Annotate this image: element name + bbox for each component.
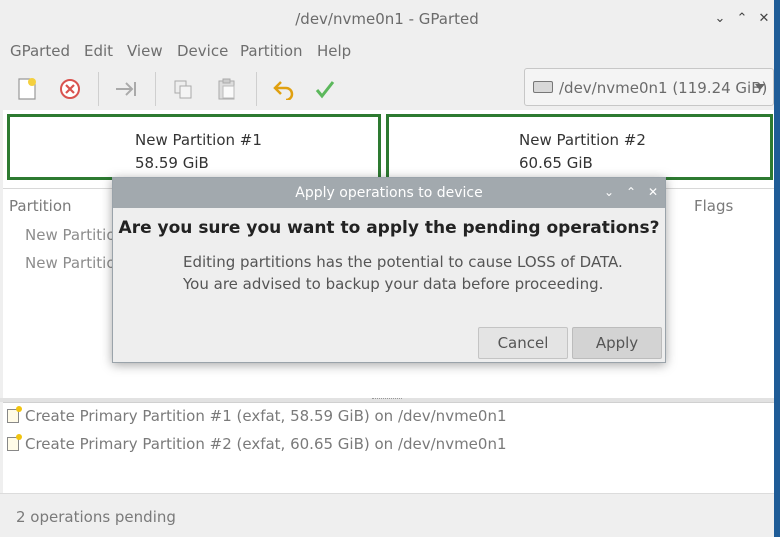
new-icon[interactable] (12, 74, 42, 104)
menu-partition[interactable]: Partition (240, 42, 303, 60)
toolbar-separator (256, 72, 257, 106)
partition-size: 58.59 GiB (135, 154, 209, 172)
menu-gparted[interactable]: GParted (10, 42, 70, 60)
operation-text: Create Primary Partition #2 (exfat, 60.6… (25, 435, 507, 453)
close-icon[interactable]: ✕ (756, 11, 772, 27)
minimize-icon[interactable]: ⌄ (602, 185, 616, 199)
partition-name: New Partition #2 (519, 131, 646, 149)
gparted-window: /dev/nvme0n1 - GParted ⌄ ⌃ ✕ GParted Edi… (0, 0, 780, 537)
column-header-flags[interactable]: Flags (694, 197, 733, 215)
undo-icon[interactable] (269, 74, 299, 104)
statusbar: 2 operations pending (0, 493, 774, 537)
apply-icon[interactable] (310, 74, 340, 104)
device-selector-value: /dev/nvme0n1 (119.24 GiB) (559, 79, 768, 97)
new-partition-icon (7, 406, 22, 423)
delete-icon[interactable] (55, 74, 85, 104)
column-header-partition[interactable]: Partition (9, 197, 72, 215)
menu-help[interactable]: Help (317, 42, 351, 60)
partition-size: 60.65 GiB (519, 154, 593, 172)
window-titlebar[interactable]: /dev/nvme0n1 - GParted ⌄ ⌃ ✕ (0, 0, 774, 38)
list-item[interactable]: Create Primary Partition #1 (exfat, 58.5… (7, 406, 507, 425)
menubar: GParted Edit View Device Partition Help (0, 38, 774, 66)
disk-icon (533, 81, 553, 93)
new-partition-icon (7, 434, 22, 451)
dialog-message: You are advised to backup your data befo… (183, 275, 604, 293)
maximize-icon[interactable]: ⌃ (624, 185, 638, 199)
menu-edit[interactable]: Edit (84, 42, 113, 60)
dialog-titlebar[interactable]: Apply operations to device ⌄ ⌃ ✕ (113, 178, 665, 208)
partition-name: New Partition #1 (135, 131, 262, 149)
dialog-question: Are you sure you want to apply the pendi… (118, 218, 660, 238)
cancel-button[interactable]: Cancel (478, 327, 568, 359)
table-row[interactable]: New Partitio (25, 254, 116, 272)
chevron-down-icon (755, 84, 765, 90)
menu-view[interactable]: View (127, 42, 163, 60)
minimize-icon[interactable]: ⌄ (712, 11, 728, 27)
list-item[interactable]: Create Primary Partition #2 (exfat, 60.6… (7, 434, 507, 453)
operations-list: Create Primary Partition #1 (exfat, 58.5… (3, 402, 774, 493)
status-text: 2 operations pending (16, 508, 176, 526)
dialog-message: Editing partitions has the potential to … (183, 253, 623, 271)
operation-text: Create Primary Partition #1 (exfat, 58.5… (25, 407, 507, 425)
partition-block-1[interactable]: New Partition #1 58.59 GiB (7, 114, 381, 180)
maximize-icon[interactable]: ⌃ (734, 11, 750, 27)
partition-block-2[interactable]: New Partition #2 60.65 GiB (386, 114, 773, 180)
dialog-title: Apply operations to device (295, 185, 483, 201)
apply-button[interactable]: Apply (572, 327, 662, 359)
desktop-edge (774, 0, 780, 537)
window-title: /dev/nvme0n1 - GParted (295, 10, 479, 28)
toolbar-separator (155, 72, 156, 106)
device-selector[interactable]: /dev/nvme0n1 (119.24 GiB) (524, 68, 774, 106)
menu-device[interactable]: Device (177, 42, 228, 60)
resize-move-icon[interactable] (111, 74, 141, 104)
copy-icon[interactable] (168, 74, 198, 104)
close-icon[interactable]: ✕ (646, 185, 660, 199)
splitter-grip (372, 398, 402, 401)
paste-icon[interactable] (212, 74, 242, 104)
toolbar-separator (98, 72, 99, 106)
table-row[interactable]: New Partitio (25, 226, 116, 244)
apply-dialog: Apply operations to device ⌄ ⌃ ✕ Are you… (112, 177, 666, 363)
